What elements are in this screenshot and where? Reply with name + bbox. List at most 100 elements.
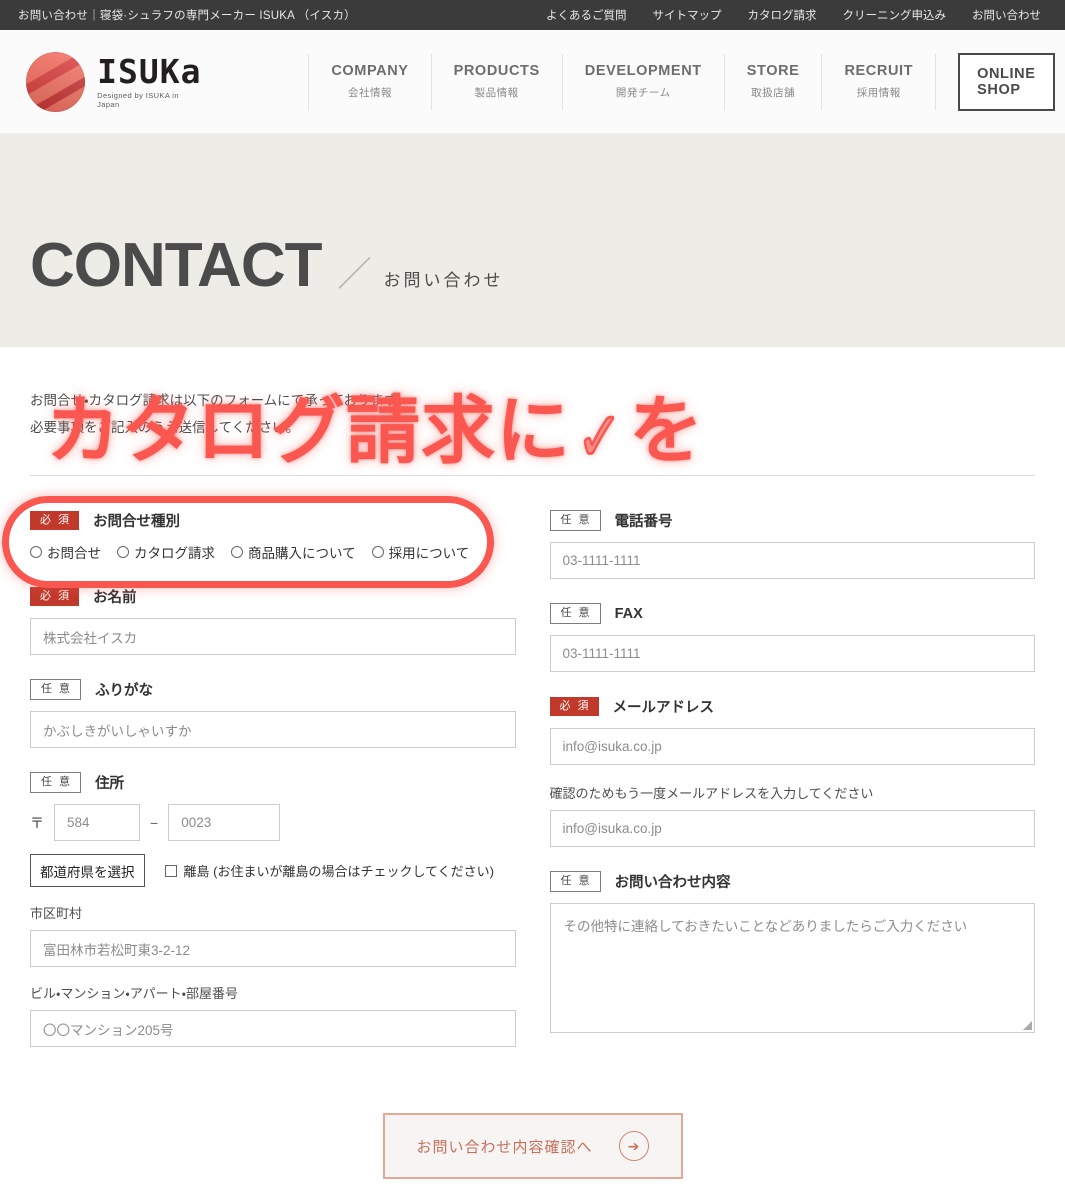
- arrow-right-icon: ➔: [618, 1131, 649, 1161]
- field-label: ふりがな: [95, 683, 154, 699]
- field-email: 必 須 メールアドレス info@isuka.co.jp 確認のためもう一度メー…: [549, 696, 1036, 847]
- nav-label-ja: 開発チーム: [615, 87, 671, 99]
- site-title: お問い合わせ｜寝袋·シュラフの専門メーカー ISUKA （イスカ）: [18, 10, 356, 22]
- intro-text: お問合せ・カタログ請求は以下のフォームにて承っております。 必要事項をご記入のう…: [30, 387, 1035, 441]
- radio-label: 商品購入について: [248, 546, 356, 561]
- logo-tagline: Designed by ISUKA in Japan: [97, 90, 179, 109]
- intro-line-1: お問合せ・カタログ請求は以下のフォームにて承っております。: [30, 393, 410, 408]
- nav-item-development[interactable]: DEVELOPMENT 開発チーム: [563, 53, 725, 110]
- nav-item-company[interactable]: COMPANY 会社情報: [308, 53, 432, 110]
- radio-option-inquiry[interactable]: お問合せ: [30, 542, 101, 562]
- furigana-input[interactable]: かぶしきがいしゃいすか: [30, 711, 516, 748]
- telephone-input[interactable]: 03-1111-1111: [549, 542, 1035, 579]
- field-label: FAX: [614, 605, 643, 622]
- field-address: 任 意 住所 〒 584 − 0023 都道府県を選択 離島 (お住まいが離島の…: [30, 772, 516, 1047]
- field-furigana: 任 意 ふりがな かぶしきがいしゃいすか: [30, 679, 516, 748]
- utility-link-faq[interactable]: よくあるご質問: [546, 7, 627, 23]
- nav-label-ja: 会社情報: [347, 87, 392, 99]
- field-label: 電話番号: [614, 514, 673, 530]
- field-label-row: 任 意 電話番号: [549, 510, 1036, 531]
- main-content: お問合せ・カタログ請求は以下のフォームにて承っております。 必要事項をご記入のう…: [0, 347, 1065, 1179]
- island-checkbox-label: 離島 (お住まいが離島の場合はチェックしてください): [183, 864, 495, 879]
- postal-code-input-2[interactable]: 0023: [168, 804, 281, 841]
- field-message: 任 意 お問い合わせ内容 その他特に連絡しておきたいことなどありましたらご入力く…: [549, 871, 1036, 1033]
- radio-label: お問合せ: [47, 546, 101, 561]
- radio-icon[interactable]: [30, 546, 42, 558]
- section-divider: [30, 475, 1035, 476]
- page-hero: CONTACT ／ お問い合わせ: [0, 134, 1065, 347]
- nav-item-recruit[interactable]: RECRUIT 採用情報: [822, 53, 937, 110]
- nav-label-ja: 製品情報: [474, 87, 519, 99]
- utility-link-sitemap[interactable]: サイトマップ: [653, 7, 722, 23]
- radio-option-recruit[interactable]: 採用について: [371, 542, 470, 562]
- field-inquiry-type: 必 須 お問合せ種別 お問合せ カタログ請求 商品購入について 採用について: [30, 510, 516, 562]
- email-confirm-label: 確認のためもう一度メールアドレスを入力してください: [549, 786, 874, 801]
- name-input[interactable]: 株式会社イスカ: [30, 618, 516, 655]
- field-label-row: 任 意 お問い合わせ内容: [549, 871, 1036, 892]
- island-checkbox-row[interactable]: 離島 (お住まいが離島の場合はチェックしてください): [164, 861, 495, 880]
- radio-icon[interactable]: [231, 546, 243, 558]
- prefecture-select[interactable]: 都道府県を選択: [30, 854, 145, 887]
- nav-label-en: DEVELOPMENT: [584, 63, 702, 79]
- nav-item-products[interactable]: PRODUCTS 製品情報: [432, 53, 563, 110]
- email-confirm-input[interactable]: info@isuka.co.jp: [549, 810, 1035, 847]
- optional-badge: 任 意: [549, 603, 601, 624]
- utility-link-cleaning[interactable]: クリーニング申込み: [843, 7, 947, 23]
- city-input[interactable]: 富田林市若松町東3-2-12: [30, 930, 516, 967]
- field-label-row: 任 意 ふりがな: [30, 679, 516, 700]
- site-logo[interactable]: ISUKa Designed by ISUKA in Japan: [26, 51, 202, 112]
- nav-item-store[interactable]: STORE 取扱店舗: [725, 53, 823, 110]
- intro-line-2: 必要事項をご記入のうえ送信してください。: [30, 420, 300, 435]
- form-column-right: 任 意 電話番号 03-1111-1111 任 意 FAX 03-1111-11…: [549, 510, 1036, 1071]
- logo-wordmark: ISUKa: [97, 51, 202, 91]
- required-badge: 必 須: [30, 511, 80, 530]
- form-column-left: 必 須 お問合せ種別 お問合せ カタログ請求 商品購入について 採用について 必…: [30, 510, 516, 1071]
- radio-icon[interactable]: [371, 546, 384, 558]
- submit-label: お問い合わせ内容確認へ: [416, 1138, 593, 1156]
- field-label: メールアドレス: [612, 700, 715, 716]
- form-columns: 必 須 お問合せ種別 お問合せ カタログ請求 商品購入について 採用について 必…: [30, 510, 1035, 1071]
- field-label: お問合せ種別: [93, 514, 181, 530]
- utility-links: よくあるご質問 サイトマップ カタログ請求 クリーニング申込み お問い合わせ: [546, 7, 1047, 23]
- radio-icon[interactable]: [117, 546, 129, 558]
- city-label: 市区町村: [30, 906, 83, 921]
- postal-code-row: 〒 584 − 0023: [30, 804, 516, 841]
- field-label: 住所: [95, 776, 125, 792]
- postal-code-input-1[interactable]: 584: [54, 804, 140, 841]
- email-input[interactable]: info@isuka.co.jp: [549, 728, 1035, 765]
- utility-link-contact[interactable]: お問い合わせ: [972, 7, 1041, 23]
- checkbox-icon[interactable]: [164, 864, 177, 877]
- optional-badge: 任 意: [30, 679, 82, 700]
- radio-option-purchase[interactable]: 商品購入について: [231, 542, 356, 562]
- top-utility-bar: お問い合わせ｜寝袋·シュラフの専門メーカー ISUKA （イスカ） よくあるご質…: [0, 0, 1065, 30]
- optional-badge: 任 意: [30, 772, 82, 793]
- main-navigation: COMPANY 会社情報 PRODUCTS 製品情報 DEVELOPMENT 開…: [308, 53, 937, 110]
- nav-label-ja: 取扱店舗: [751, 87, 796, 99]
- message-textarea[interactable]: その他特に連絡しておきたいことなどありましたらご入力ください: [549, 903, 1035, 1033]
- field-label: お名前: [93, 590, 137, 606]
- page-title-ja: お問い合わせ: [383, 271, 504, 290]
- field-label-row: 任 意 住所: [30, 772, 516, 793]
- field-label-row: 必 須 メールアドレス: [549, 696, 1036, 717]
- radio-label: 採用について: [388, 546, 470, 561]
- isuka-logo-icon: [26, 51, 86, 112]
- field-fax: 任 意 FAX 03-1111-1111: [549, 603, 1035, 672]
- field-label: お問い合わせ内容: [614, 875, 731, 891]
- inquiry-type-radio-group: お問合せ カタログ請求 商品購入について 採用について: [30, 542, 516, 562]
- nav-label-en: COMPANY: [331, 63, 409, 79]
- required-badge: 必 須: [549, 697, 599, 716]
- online-shop-button[interactable]: ONLINE SHOP: [958, 52, 1055, 111]
- radio-option-catalog[interactable]: カタログ請求: [117, 542, 215, 562]
- submit-button[interactable]: お問い合わせ内容確認へ ➔: [382, 1113, 683, 1179]
- field-label-row: 必 須 お問合せ種別: [30, 510, 516, 531]
- building-input[interactable]: 〇〇マンション205号: [30, 1010, 516, 1047]
- utility-link-catalog[interactable]: カタログ請求: [748, 7, 817, 23]
- field-label-row: 必 須 お名前: [30, 586, 516, 607]
- fax-input[interactable]: 03-1111-1111: [549, 635, 1035, 672]
- field-telephone: 任 意 電話番号 03-1111-1111: [549, 510, 1036, 579]
- nav-label-en: PRODUCTS: [453, 63, 540, 79]
- hero-separator: ／: [337, 256, 372, 294]
- hero-title-block: CONTACT ／ お問い合わせ: [30, 235, 503, 297]
- field-name: 必 須 お名前 株式会社イスカ: [30, 586, 516, 655]
- prefecture-row: 都道府県を選択 離島 (お住まいが離島の場合はチェックしてください): [30, 854, 516, 887]
